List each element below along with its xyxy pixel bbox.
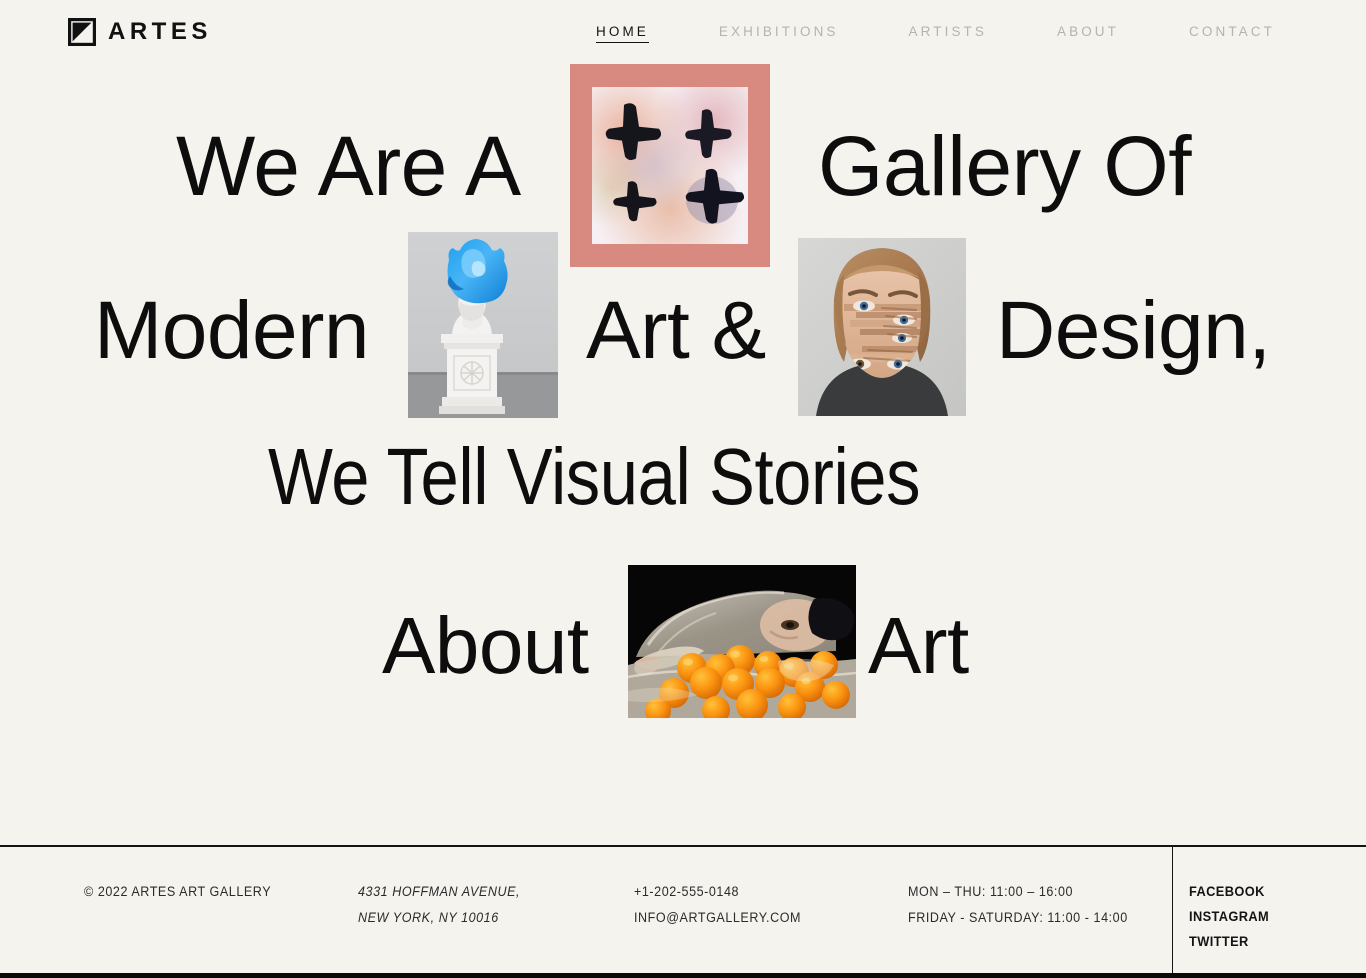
painting-canvas [592,87,748,244]
social-link-instagram[interactable]: INSTAGRAM [1189,904,1269,929]
footer-contact: +1-202-555-0148 INFO@ARTGALLERY.COM [634,879,801,931]
abstract-crosses-painting[interactable] [570,64,770,267]
hero-section: We Are A Gallery Of Modern Art & Design,… [0,0,1366,845]
headline-word-gallery-of: Gallery Of [818,119,1192,213]
headline-word-art: Art [868,601,969,690]
footer-phone-link[interactable]: +1-202-555-0148 [634,884,739,899]
headline-word-modern: Modern [94,285,370,376]
headline-line-we-tell-visual-stories: We Tell Visual Stories [268,432,921,521]
site-footer: © 2022 ARTES ART GALLERY 4331 HOFFMAN AV… [0,845,1366,978]
footer-opening-hours: MON – THU: 11:00 – 16:00 FRIDAY - SATURD… [908,879,1128,931]
footer-vertical-divider [1172,847,1173,973]
footer-social-links: FACEBOOK INSTAGRAM TWITTER [1189,879,1273,954]
footer-inner: © 2022 ARTES ART GALLERY 4331 HOFFMAN AV… [0,847,1366,973]
headline-word-design: Design, [996,285,1271,376]
footer-address: 4331 HOFFMAN AVENUE, NEW YORK, NY 10016 [358,879,520,931]
footer-email-link[interactable]: INFO@ARTGALLERY.COM [634,910,801,925]
address-line-1: 4331 HOFFMAN AVENUE, [358,884,521,899]
oranges-plastic-wrap-photo[interactable] [628,565,856,718]
blue-head-bust-sculpture[interactable] [408,232,558,418]
glitch-portrait[interactable] [798,238,966,416]
address-line-2: NEW YORK, NY 10016 [358,910,499,925]
hours-line-2: FRIDAY - SATURDAY: 11:00 - 14:00 [908,910,1128,925]
social-link-twitter[interactable]: TWITTER [1189,929,1269,954]
headline-word-we-are-a: We Are A [176,119,521,213]
headline-word-about: About [382,601,589,690]
headline-word-art-and: Art & [586,285,766,376]
hours-line-1: MON – THU: 11:00 – 16:00 [908,884,1074,899]
footer-copyright: © 2022 ARTES ART GALLERY [84,879,271,905]
social-link-facebook[interactable]: FACEBOOK [1189,879,1269,904]
copyright-text: © 2022 ARTES ART GALLERY [84,884,272,899]
